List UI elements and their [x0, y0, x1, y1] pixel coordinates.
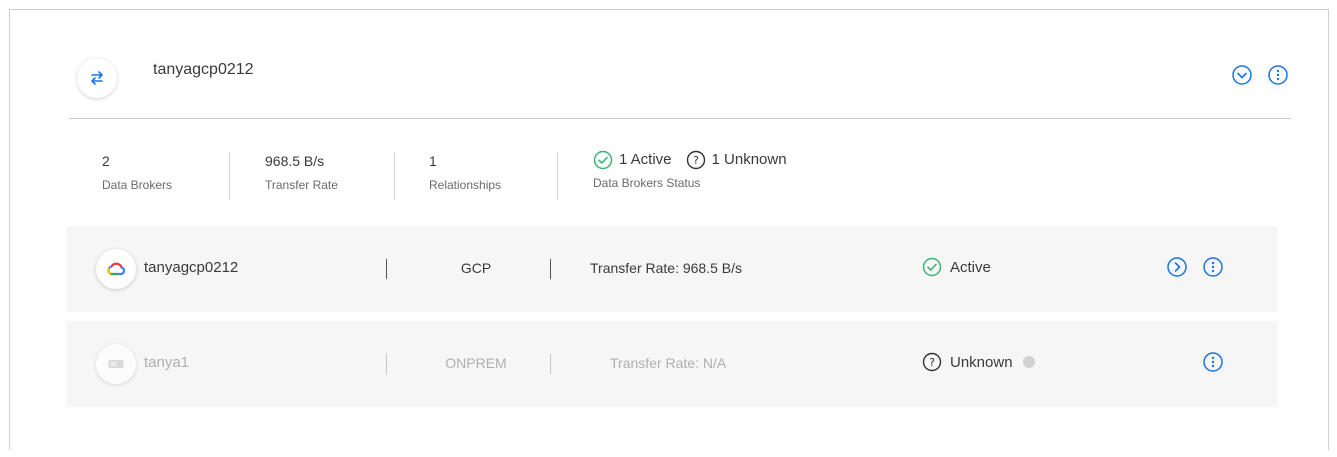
broker-row[interactable]: tanya1 ONPREM Transfer Rate: N/A ? Unkno…	[66, 321, 1278, 407]
broker-type: ONPREM	[445, 355, 507, 371]
stat-data-brokers: 2 Data Brokers	[102, 152, 172, 192]
group-header: tanyagcp0212	[69, 50, 1291, 119]
chevron-right-icon	[1167, 257, 1187, 277]
question-circle-icon: ?	[922, 352, 942, 372]
broker-more-button[interactable]	[1202, 351, 1224, 373]
broker-name: tanya1	[144, 354, 190, 371]
stat-label: Data Brokers Status	[593, 176, 701, 190]
row-divider	[550, 354, 551, 374]
stat-label: Transfer Rate	[265, 178, 338, 192]
expand-button[interactable]	[1231, 64, 1253, 86]
stat-value: 968.5 B/s	[265, 153, 325, 169]
stat-divider	[557, 152, 558, 200]
stat-divider	[229, 152, 230, 200]
broker-more-button[interactable]	[1202, 256, 1224, 278]
stat-label: Data Brokers	[102, 178, 173, 192]
group-stats: 2 Data Brokers 968.5 B/s Transfer Rate 1…	[69, 150, 1291, 204]
broker-status: ? Unknown	[922, 352, 1035, 372]
open-broker-button[interactable]	[1166, 256, 1188, 278]
more-vertical-icon	[1203, 257, 1223, 277]
check-circle-icon	[593, 150, 613, 170]
stat-relationships: 1 Relationships	[429, 152, 501, 192]
stat-broker-status: 1 Active ? 1 Unknown Data Brokers Status	[593, 150, 787, 190]
svg-text:?: ?	[929, 356, 935, 369]
stat-value: 1	[429, 153, 437, 169]
broker-transfer-rate: Transfer Rate: 968.5 B/s	[590, 260, 742, 276]
row-divider	[386, 259, 387, 279]
broker-status-text: Unknown	[950, 353, 1013, 371]
group-more-button[interactable]	[1267, 64, 1289, 86]
google-cloud-icon	[96, 249, 136, 289]
broker-status: Active	[922, 257, 991, 277]
broker-row[interactable]: tanyagcp0212 GCP Transfer Rate: 968.5 B/…	[66, 226, 1278, 312]
group-title: tanyagcp0212	[153, 61, 254, 78]
stat-value: 2	[102, 153, 110, 169]
active-count: 1 Active	[619, 151, 672, 168]
stat-divider	[394, 152, 395, 200]
more-vertical-icon	[1203, 352, 1223, 372]
broker-transfer-rate: Transfer Rate: N/A	[610, 355, 727, 371]
check-circle-icon	[922, 257, 942, 277]
server-icon	[96, 344, 136, 384]
more-vertical-icon	[1268, 65, 1288, 85]
row-divider	[550, 259, 551, 279]
transfer-arrows-icon	[77, 58, 117, 98]
info-icon[interactable]	[1022, 356, 1035, 368]
broker-name: tanyagcp0212	[144, 259, 239, 276]
svg-text:?: ?	[693, 154, 699, 167]
chevron-down-icon	[1232, 65, 1252, 85]
row-divider	[386, 354, 387, 374]
question-circle-icon: ?	[686, 150, 705, 170]
broker-type: GCP	[460, 260, 492, 276]
stat-transfer-rate: 968.5 B/s Transfer Rate	[265, 152, 338, 192]
unknown-count: 1 Unknown	[711, 151, 787, 168]
broker-status-text: Active	[950, 258, 991, 276]
stat-label: Relationships	[429, 178, 502, 192]
